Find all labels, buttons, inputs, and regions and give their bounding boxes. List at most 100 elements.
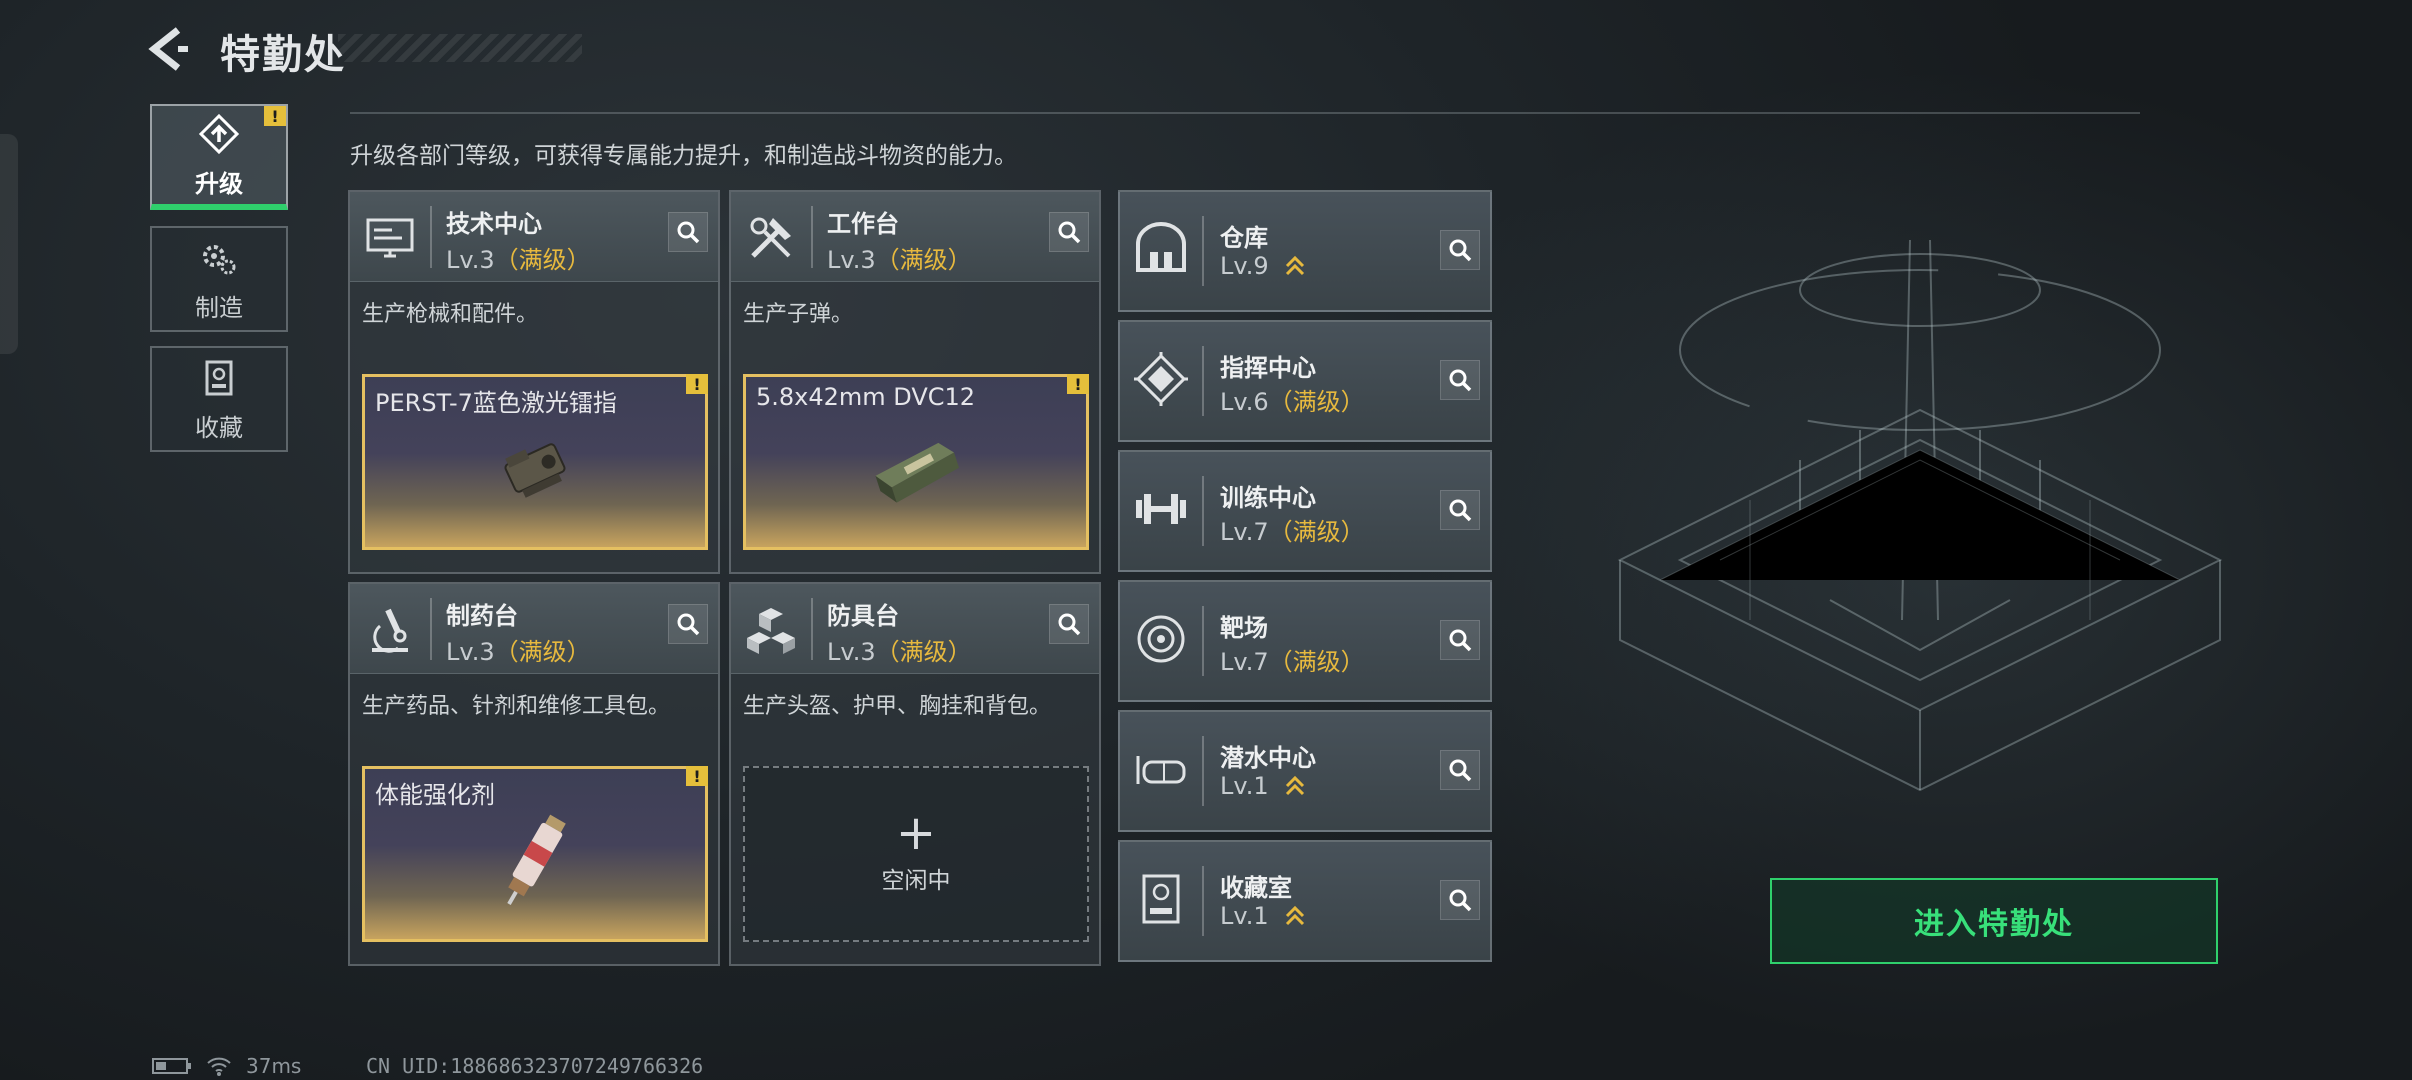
ammo-box-image xyxy=(875,442,960,503)
idle-label: 空闲中 xyxy=(881,868,951,894)
card-divider xyxy=(811,206,813,268)
tab-collection-label: 收藏 xyxy=(195,413,243,442)
search-icon xyxy=(1058,221,1081,244)
building-level: Lv.6（满级） xyxy=(1220,388,1365,416)
search-button[interactable] xyxy=(1440,750,1480,790)
facility-level: Lv.3（满级） xyxy=(827,246,972,274)
tools-icon xyxy=(750,217,791,258)
card-divider xyxy=(1202,606,1204,676)
alert-badge: ! xyxy=(264,106,286,126)
card-header: 技术中心 Lv.3（满级） xyxy=(350,192,718,282)
building-name: 指挥中心 xyxy=(1220,354,1316,382)
alert-badge: ! xyxy=(686,766,708,786)
target-icon xyxy=(1137,615,1185,663)
dumbbell-icon xyxy=(1136,494,1186,524)
building-warehouse[interactable]: 仓库 Lv.9 xyxy=(1118,190,1492,312)
warehouse-icon xyxy=(1136,222,1186,272)
upgrade-icon xyxy=(198,113,240,154)
facility-description: 生产枪械和配件。 xyxy=(362,302,539,327)
card-divider xyxy=(1202,866,1204,936)
search-icon xyxy=(677,221,700,244)
facility-name: 防具台 xyxy=(827,602,899,630)
facility-card-workbench[interactable]: 工作台 Lv.3（满级） 生产子弹。 5.8x42mm DVC12 ! xyxy=(729,190,1101,574)
search-button[interactable] xyxy=(1440,360,1480,400)
building-level: Lv.1 xyxy=(1220,772,1306,800)
side-handle xyxy=(0,134,18,354)
building-name: 训练中心 xyxy=(1220,484,1316,512)
building-level: Lv.7（满级） xyxy=(1220,518,1365,546)
search-icon xyxy=(1449,889,1472,912)
search-button[interactable] xyxy=(668,212,708,252)
facility-description: 生产头盔、护甲、胸挂和背包。 xyxy=(743,694,1052,719)
back-arrow-icon[interactable] xyxy=(148,26,194,72)
building-shooting-range[interactable]: 靶场 Lv.7（满级） xyxy=(1118,580,1492,702)
building-name: 收藏室 xyxy=(1220,874,1292,902)
alert-badge: ! xyxy=(686,374,708,394)
facility-description: 生产药品、针剂和维修工具包。 xyxy=(362,694,671,719)
search-button[interactable] xyxy=(1440,880,1480,920)
upgrade-available-icon xyxy=(1286,255,1305,276)
building-level: Lv.7（满级） xyxy=(1220,648,1365,676)
building-level: Lv.9 xyxy=(1220,252,1306,280)
microscope-icon xyxy=(372,608,408,653)
syringe-image xyxy=(507,814,566,906)
search-button[interactable] xyxy=(1440,230,1480,270)
search-icon xyxy=(1058,613,1081,636)
status-bar: 37ms xyxy=(152,1054,301,1078)
card-divider xyxy=(1202,736,1204,806)
card-divider xyxy=(430,598,432,660)
battery-icon xyxy=(152,1058,191,1074)
add-icon: + xyxy=(895,805,937,861)
enter-button[interactable]: 进入特勤处 xyxy=(1770,878,2218,964)
search-button[interactable] xyxy=(1440,620,1480,660)
production-slot[interactable]: 体能强化剂 ! xyxy=(362,766,708,942)
idle-production-slot[interactable]: + 空闲中 xyxy=(743,766,1089,942)
tab-craft[interactable]: 制造 xyxy=(150,226,288,332)
production-item-name: 5.8x42mm DVC12 xyxy=(756,383,976,411)
card-divider xyxy=(1202,476,1204,546)
facility-level: Lv.3（满级） xyxy=(446,638,591,666)
production-item-name: 体能强化剂 xyxy=(375,781,495,809)
command-chip-icon xyxy=(1134,352,1188,406)
search-icon xyxy=(1449,369,1472,392)
facility-card-pharmacy[interactable]: 制药台 Lv.3（满级） 生产药品、针剂和维修工具包。 体能强化剂 ! xyxy=(348,582,720,966)
dive-mask-icon xyxy=(1136,756,1186,784)
search-button[interactable] xyxy=(1049,212,1089,252)
production-slot[interactable]: 5.8x42mm DVC12 ! xyxy=(743,374,1089,550)
search-icon xyxy=(1449,629,1472,652)
user-uid: CN UID:188686323707249766326 xyxy=(366,1054,704,1078)
facility-level: Lv.3（满级） xyxy=(827,638,972,666)
building-name: 潜水中心 xyxy=(1220,744,1316,772)
armor-cubes-icon xyxy=(747,608,795,654)
facility-card-armor[interactable]: 防具台 Lv.3（满级） 生产头盔、护甲、胸挂和背包。 + 空闲中 xyxy=(729,582,1101,966)
card-header: 防具台 Lv.3（满级） xyxy=(731,584,1099,674)
building-dive-center[interactable]: 潜水中心 Lv.1 xyxy=(1118,710,1492,832)
building-level: Lv.1 xyxy=(1220,902,1306,930)
facility-blueprint-illustration xyxy=(1617,239,2223,792)
search-icon xyxy=(1449,759,1472,782)
facility-name: 制药台 xyxy=(446,602,518,630)
building-training-center[interactable]: 训练中心 Lv.7（满级） xyxy=(1118,450,1492,572)
page-title: 特勤处 xyxy=(220,32,346,78)
title-decoration xyxy=(338,34,582,62)
laser-sight-image xyxy=(504,443,566,498)
ping-readout: 37ms xyxy=(246,1054,302,1078)
search-button[interactable] xyxy=(1440,490,1480,530)
facility-card-tech-center[interactable]: 技术中心 Lv.3（满级） 生产枪械和配件。 PERST-7蓝色激光镭指 ! xyxy=(348,190,720,574)
facility-name: 工作台 xyxy=(827,210,899,238)
facility-description: 生产子弹。 xyxy=(743,302,854,327)
search-icon xyxy=(1449,239,1472,262)
search-icon xyxy=(677,613,700,636)
alert-badge: ! xyxy=(1067,374,1089,394)
production-slot[interactable]: PERST-7蓝色激光镭指 ! xyxy=(362,374,708,550)
section-description: 升级各部门等级，可获得专属能力提升，和制造战斗物资的能力。 xyxy=(350,143,1017,169)
search-button[interactable] xyxy=(668,604,708,644)
building-collection-room[interactable]: 收藏室 Lv.1 xyxy=(1118,840,1492,962)
monitor-icon xyxy=(366,218,414,258)
divider-line xyxy=(350,112,2140,114)
tab-upgrade[interactable]: 升级 ! xyxy=(150,104,288,210)
tab-craft-label: 制造 xyxy=(195,293,243,322)
tab-collection[interactable]: 收藏 xyxy=(150,346,288,452)
search-button[interactable] xyxy=(1049,604,1089,644)
building-command-center[interactable]: 指挥中心 Lv.6（满级） xyxy=(1118,320,1492,442)
